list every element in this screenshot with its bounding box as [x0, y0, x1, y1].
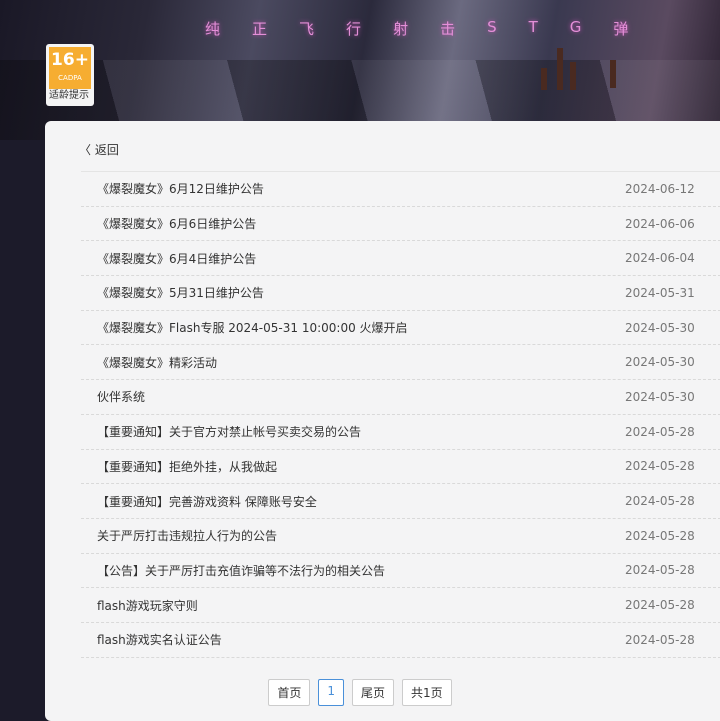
candle-decoration — [610, 60, 616, 88]
notice-title: 《爆裂魔女》精彩活动 — [97, 355, 218, 370]
candle-decoration — [541, 68, 547, 90]
pagination: 首页 1 尾页 共1页 — [45, 679, 675, 706]
page-1-button[interactable]: 1 — [318, 679, 344, 706]
notice-item[interactable]: 【公告】关于严厉打击充值诈骗等不法行为的相关公告 2024-05-28 — [81, 554, 720, 589]
notice-item[interactable]: 【重要通知】拒绝外挂，从我做起 2024-05-28 — [81, 450, 720, 485]
notice-date: 2024-05-28 — [625, 424, 695, 439]
slogan-char: G — [569, 18, 582, 36]
total-pages-label: 共1页 — [402, 679, 452, 706]
notice-date: 2024-05-30 — [625, 320, 695, 335]
notice-date: 2024-05-28 — [625, 563, 695, 578]
notice-title: 《爆裂魔女》Flash专服 2024-05-31 10:00:00 火爆开启 — [97, 321, 408, 336]
notice-title: 《爆裂魔女》6月4日维护公告 — [97, 251, 257, 266]
notice-item[interactable]: flash游戏玩家守则 2024-05-28 — [81, 588, 720, 623]
notice-date: 2024-05-28 — [625, 459, 695, 474]
notice-item[interactable]: 《爆裂魔女》5月31日维护公告 2024-05-31 — [81, 276, 720, 311]
notice-date: 2024-05-30 — [625, 355, 695, 370]
candle-decoration — [557, 48, 563, 90]
age-rating-label: 适龄提示 — [49, 90, 89, 101]
notice-date: 2024-05-28 — [625, 528, 695, 543]
last-page-button[interactable]: 尾页 — [352, 679, 395, 706]
slogan-char: T — [528, 18, 538, 36]
first-page-button[interactable]: 首页 — [268, 679, 311, 706]
notice-title: flash游戏实名认证公告 — [97, 633, 222, 648]
notice-title: 《爆裂魔女》6月12日维护公告 — [97, 182, 264, 197]
notice-date: 2024-05-28 — [625, 632, 695, 647]
notice-item[interactable]: flash游戏实名认证公告 2024-05-28 — [81, 623, 720, 658]
banner-slogan: 纯正飞行射击STG弹 — [205, 18, 628, 39]
slogan-char: S — [487, 18, 497, 36]
notice-title: 伙伴系统 — [97, 390, 146, 405]
notice-item[interactable]: 《爆裂魔女》精彩活动 2024-05-30 — [81, 345, 720, 381]
notice-panel: 〈 返回 《爆裂魔女》6月12日维护公告 2024-06-12 《爆裂魔女》6月6日… — [45, 121, 720, 721]
back-link[interactable]: 〈 返回 — [79, 141, 119, 158]
notice-date: 2024-05-31 — [625, 285, 695, 300]
notice-title: 【公告】关于严厉打击充值诈骗等不法行为的相关公告 — [97, 563, 386, 578]
notice-item[interactable]: 《爆裂魔女》6月6日维护公告 2024-06-06 — [81, 207, 720, 242]
notice-date: 2024-06-06 — [625, 216, 695, 231]
notice-date: 2024-06-12 — [625, 181, 695, 196]
slogan-char: 飞 — [299, 20, 315, 38]
notice-date: 2024-05-28 — [625, 598, 695, 613]
slogan-char: 正 — [252, 20, 268, 38]
notice-item[interactable]: 关于严厉打击违规拉人行为的公告 2024-05-28 — [81, 519, 720, 554]
notice-date: 2024-05-28 — [625, 494, 695, 509]
notice-list: 《爆裂魔女》6月12日维护公告 2024-06-12 《爆裂魔女》6月6日维护公告 2… — [81, 171, 720, 658]
notice-item[interactable]: 《爆裂魔女》Flash专服 2024-05-31 10:00:00 火爆开启 20… — [81, 311, 720, 346]
slogan-char: 弹 — [613, 20, 629, 38]
notice-item[interactable]: 【重要通知】完善游戏资料 保障账号安全 2024-05-28 — [81, 484, 720, 519]
age-rating-badge: 16+ CADPA 适龄提示 — [46, 44, 94, 106]
slogan-char: 行 — [346, 20, 362, 38]
age-rating-org: CADPA — [58, 74, 82, 82]
candle-decoration — [570, 62, 576, 90]
slogan-char: 击 — [440, 20, 456, 38]
slogan-char: 纯 — [205, 20, 221, 38]
notice-title: 【重要通知】完善游戏资料 保障账号安全 — [97, 494, 317, 509]
notice-date: 2024-06-04 — [625, 251, 695, 266]
notice-date: 2024-05-30 — [625, 389, 695, 404]
notice-title: 关于严厉打击违规拉人行为的公告 — [97, 529, 278, 544]
notice-title: 【重要通知】拒绝外挂，从我做起 — [97, 459, 278, 474]
notice-title: 《爆裂魔女》6月6日维护公告 — [97, 217, 257, 232]
notice-title: 《爆裂魔女》5月31日维护公告 — [97, 286, 264, 301]
notice-item[interactable]: 《爆裂魔女》6月4日维护公告 2024-06-04 — [81, 241, 720, 277]
slogan-char: 射 — [393, 20, 409, 38]
notice-title: 【重要通知】关于官方对禁止帐号买卖交易的公告 — [97, 425, 362, 440]
age-rating: 16+ — [51, 50, 89, 70]
notice-item[interactable]: 《爆裂魔女》6月12日维护公告 2024-06-12 — [81, 172, 720, 207]
notice-title: flash游戏玩家守则 — [97, 598, 198, 613]
notice-item[interactable]: 【重要通知】关于官方对禁止帐号买卖交易的公告 2024-05-28 — [81, 415, 720, 450]
notice-item[interactable]: 伙伴系统 2024-05-30 — [81, 380, 720, 415]
